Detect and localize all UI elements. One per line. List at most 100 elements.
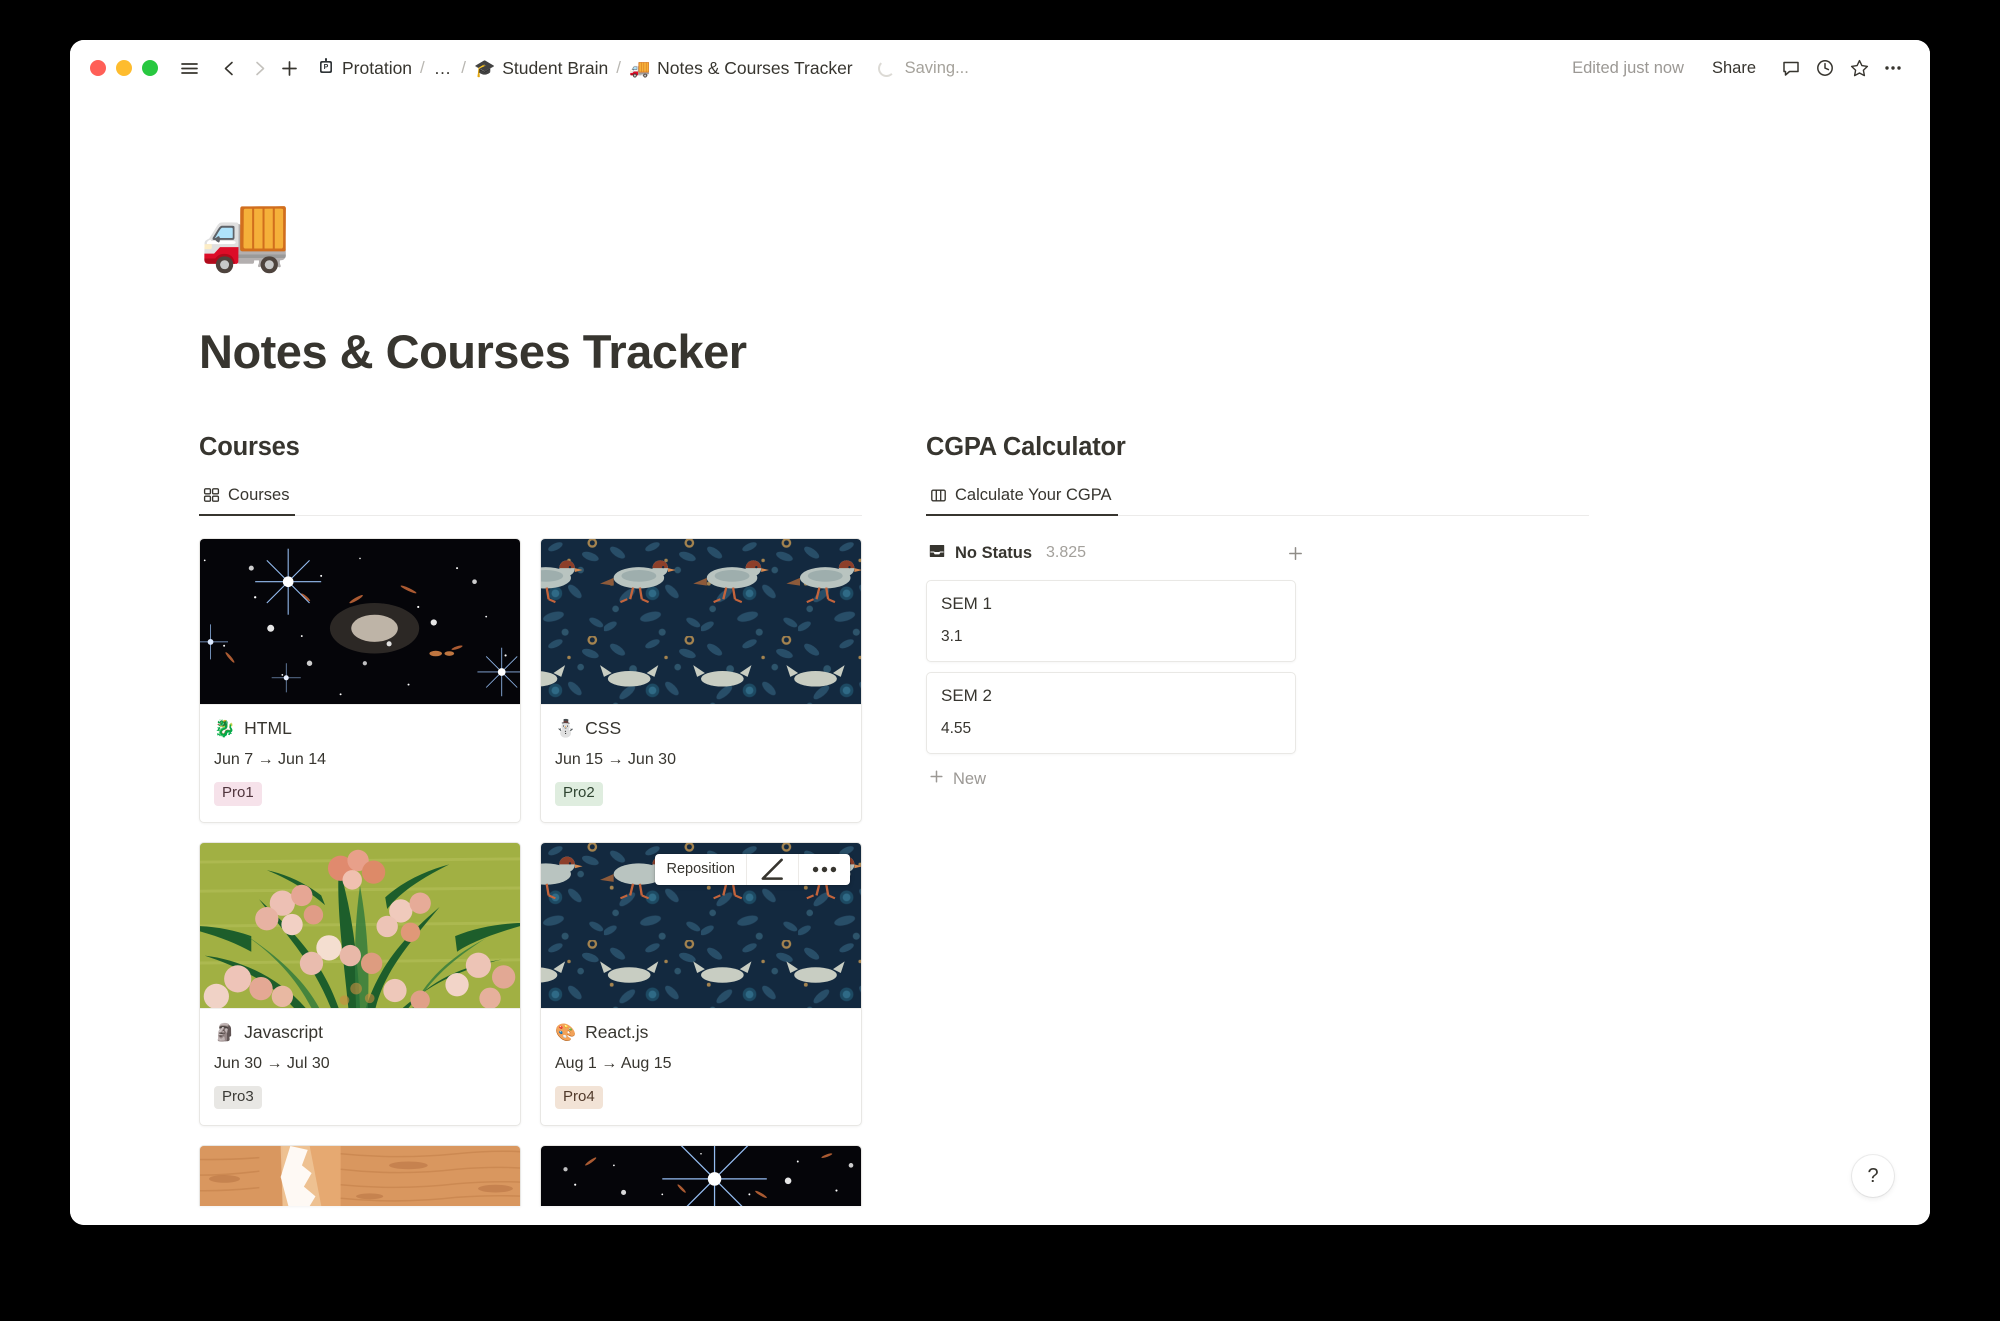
card-tag: Pro4 (555, 1085, 603, 1109)
titlebar: P Protation / … / 🎓 Student Brain / 🚚 No… (70, 40, 1930, 96)
card-cover-van-gogh-oleanders[interactable] (200, 842, 520, 1009)
plus-icon (928, 768, 945, 790)
gallery-card[interactable]: ⛄ CSS Jun 15 → Jun 30 Pro2 (540, 538, 862, 823)
card-body: 🐉 HTML Jun 7 → Jun 14 Pro1 (200, 705, 520, 822)
artist-palette-icon: 🎨 (555, 1022, 577, 1042)
card-title: Javascript (244, 1021, 323, 1042)
courses-heading[interactable]: Courses (199, 433, 862, 462)
page-history-icon[interactable] (1810, 53, 1840, 83)
tab-cgpa-label: Calculate Your CGPA (955, 486, 1112, 504)
back-navigation-icon[interactable] (214, 53, 244, 83)
gallery-card[interactable] (540, 1145, 862, 1206)
card-tag: Pro1 (214, 782, 262, 806)
minimize-window-button[interactable] (116, 60, 132, 76)
card-title-row: 🎨 React.js (555, 1022, 847, 1043)
board-card[interactable]: SEM 2 4.55 (926, 672, 1296, 754)
breadcrumb: P Protation / … / 🎓 Student Brain / 🚚 No… (312, 53, 858, 83)
tab-courses-label: Courses (228, 486, 290, 504)
more-options-icon[interactable] (1878, 53, 1908, 83)
jwst-deep-field-image (200, 539, 520, 704)
breadcrumb-separator: / (616, 58, 621, 77)
tab-courses[interactable]: Courses (199, 486, 296, 516)
board-column-header[interactable]: No Status 3.825 (926, 536, 1589, 570)
board-card-title: SEM 1 (941, 594, 993, 613)
gallery-card[interactable]: Reposition 🎨 React.js Aug 1 → Aug 15 Pro… (540, 841, 862, 1126)
breadcrumb-item-current[interactable]: 🚚 Notes & Courses Tracker (624, 55, 858, 82)
page-icon-truck[interactable]: 🚚 (199, 196, 1845, 276)
help-button[interactable]: ? (1852, 1155, 1894, 1197)
board-icon (930, 487, 947, 504)
card-cover-jwst-star[interactable] (541, 1146, 861, 1206)
svg-text:P: P (324, 64, 329, 71)
cgpa-column: CGPA Calculator Calculate Your CGPA No S… (926, 433, 1589, 1206)
page-columns: Courses Courses 🐉 HTML Jun 7 → Jun 14 Pr… (199, 433, 1845, 1206)
loading-spinner-icon (877, 59, 895, 77)
favorite-star-icon[interactable] (1844, 53, 1874, 83)
gallery-card[interactable]: 🗿 Javascript Jun 30 → Jul 30 Pro3 (199, 841, 521, 1126)
board-card-list: SEM 1 3.1 SEM 2 4.55 (926, 580, 1296, 754)
gallery-icon (203, 487, 220, 504)
breadcrumb-ellipsis[interactable]: … (428, 56, 459, 81)
card-title-row: 🗿 Javascript (214, 1022, 506, 1043)
close-window-button[interactable] (90, 60, 106, 76)
forward-navigation-icon[interactable] (244, 53, 274, 83)
window-controls (90, 60, 158, 76)
cgpa-database-tabbar: Calculate Your CGPA (926, 478, 1589, 516)
saving-label: Saving... (904, 58, 969, 77)
board-card-title: SEM 2 (941, 686, 993, 705)
new-card-button[interactable]: New (926, 764, 1296, 794)
edited-status: Edited just now (1572, 58, 1684, 77)
new-page-icon[interactable] (274, 53, 304, 83)
moai-icon: 🗿 (214, 1022, 236, 1042)
sidebar-toggle-icon[interactable] (174, 53, 204, 83)
share-button[interactable]: Share (1702, 54, 1766, 83)
desktop-background: P Protation / … / 🎓 Student Brain / 🚚 No… (0, 0, 2000, 1321)
board-card[interactable]: SEM 1 3.1 (926, 580, 1296, 662)
workspace-label: Protation (342, 57, 413, 78)
card-title: HTML (244, 718, 292, 738)
reposition-button[interactable]: Reposition (655, 854, 746, 885)
breadcrumb-separator: / (420, 58, 425, 77)
add-card-button[interactable] (1283, 541, 1307, 565)
breadcrumb-parent-label: Student Brain (502, 57, 609, 78)
board-card-value: 4.55 (941, 720, 972, 737)
morris-bird-pattern-image (541, 539, 861, 704)
breadcrumb-item-parent[interactable]: 🎓 Student Brain (469, 55, 613, 82)
card-title: React.js (585, 1021, 649, 1042)
gallery-card[interactable]: 🐉 HTML Jun 7 → Jun 14 Pro1 (199, 538, 521, 823)
courses-column: Courses Courses 🐉 HTML Jun 7 → Jun 14 Pr… (199, 433, 862, 1206)
card-cover-morris-birds[interactable]: Reposition (541, 842, 861, 1009)
page-scroll-area[interactable]: 🚚 Notes & Courses Tracker Courses Course… (70, 96, 1930, 1225)
breadcrumb-item-workspace[interactable]: P Protation (312, 53, 417, 83)
card-cover-morris-birds[interactable] (541, 539, 861, 705)
breadcrumb-current-label: Notes & Courses Tracker (657, 57, 853, 78)
resize-angle-icon[interactable] (747, 854, 798, 885)
board-card-value: 3.1 (941, 628, 963, 645)
card-body: 🗿 Javascript Jun 30 → Jul 30 Pro3 (200, 1009, 520, 1126)
courses-database-tabbar: Courses (199, 478, 862, 516)
more-horizontal-icon[interactable] (799, 854, 850, 885)
card-body: 🎨 React.js Aug 1 → Aug 15 Pro4 (541, 1009, 861, 1126)
gallery-card[interactable] (199, 1145, 521, 1206)
card-tag: Pro3 (214, 1085, 262, 1109)
breadcrumb-separator: / (461, 58, 467, 77)
card-title-row: ⛄ CSS (555, 718, 847, 739)
workspace-icon: P (317, 56, 335, 80)
maximize-window-button[interactable] (142, 60, 158, 76)
tab-calculate-your-cgpa[interactable]: Calculate Your CGPA (926, 486, 1118, 516)
cgpa-heading[interactable]: CGPA Calculator (926, 433, 1589, 462)
comments-icon[interactable] (1776, 53, 1806, 83)
truck-icon: 🚚 (628, 58, 651, 78)
card-title-row: 🐉 HTML (214, 718, 506, 739)
cgpa-board: No Status 3.825 SEM 1 3.1 SEM 2 4.55 New (926, 536, 1589, 794)
saving-status: Saving... (877, 58, 969, 78)
card-cover-jwst-deep-field[interactable] (200, 539, 520, 705)
card-cover-canyon[interactable] (200, 1146, 520, 1206)
jwst-star-image (541, 1146, 861, 1206)
page-title[interactable]: Notes & Courses Tracker (199, 324, 1845, 379)
graduation-cap-icon: 🎓 (474, 58, 496, 78)
app-window: P Protation / … / 🎓 Student Brain / 🚚 No… (70, 40, 1930, 1225)
card-title: CSS (585, 718, 622, 738)
card-body: ⛄ CSS Jun 15 → Jun 30 Pro2 (541, 705, 861, 822)
card-tag: Pro2 (555, 782, 603, 806)
